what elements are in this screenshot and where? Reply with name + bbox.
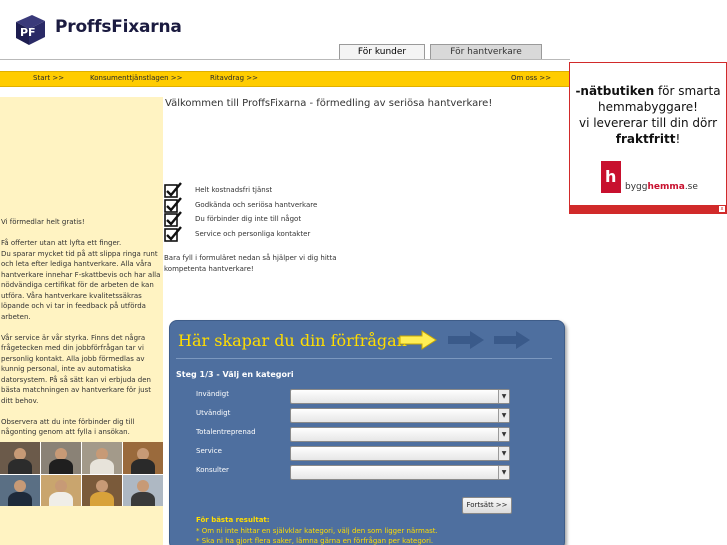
category-row-konsulter: Konsulter ▼ <box>170 465 566 481</box>
craftsman-photo <box>41 442 81 474</box>
craftsman-photo <box>82 474 122 506</box>
craftsman-photo <box>41 474 81 506</box>
craftsman-photo <box>123 474 163 506</box>
tip-text: * Om ni inte hittar en självklar kategor… <box>196 527 438 535</box>
feature-label: Godkända och seriösa hantverkare <box>195 201 318 209</box>
nav-link-start[interactable]: Start >> <box>33 74 64 82</box>
ad-line: hemmabyggare! <box>598 100 698 114</box>
dropdown-arrow-icon: ▼ <box>498 428 509 441</box>
category-row-invandigt: Invändigt ▼ <box>170 389 566 405</box>
checkbox-check-icon <box>164 226 182 242</box>
invandigt-select[interactable]: ▼ <box>290 389 510 404</box>
craftsman-photo <box>123 442 163 474</box>
step-arrows-icon <box>399 330 530 350</box>
tip-text: * Ska ni ha gjort flera saker, lämna gär… <box>196 537 434 545</box>
continue-button[interactable]: Fortsätt >> <box>462 497 512 514</box>
nav-link-konsumenttjanstlagen[interactable]: Konsumenttjänstlagen >> <box>90 74 183 82</box>
category-label: Utvändigt <box>196 409 231 417</box>
ad-brand-name: bygghemma.se <box>625 182 698 192</box>
nav-link-ritavdrag[interactable]: Ritavdrag >> <box>210 74 258 82</box>
sidebar-text: Få offerter utan att lyfta ett finger. D… <box>1 238 163 438</box>
dropdown-arrow-icon: ▼ <box>498 447 509 460</box>
sidebar-paragraph: Vår service är vår styrka. Finns det någ… <box>1 333 151 405</box>
bygghemma-ad-banner[interactable]: -nätbutiken för smarta hemmabyggare! vi … <box>569 62 727 214</box>
ad-close-icon[interactable]: x <box>719 206 725 212</box>
request-form-panel: Här skapar du din förfrågan Steg 1/3 - V… <box>169 320 565 545</box>
form-title: Här skapar du din förfrågan <box>178 331 407 350</box>
sidebar-paragraph: Få offerter utan att lyfta ett finger. <box>1 239 122 247</box>
sidebar-paragraph: Observera att du inte förbinder dig till… <box>1 417 135 437</box>
craftsman-photo <box>0 474 40 506</box>
dropdown-arrow-icon: ▼ <box>498 466 509 479</box>
tab-for-customers[interactable]: För kunder <box>339 44 425 60</box>
checkbox-check-icon <box>164 182 182 198</box>
category-label: Service <box>196 447 222 455</box>
feature-label: Service och personliga kontakter <box>195 230 311 238</box>
category-row-utvandigt: Utvändigt ▼ <box>170 408 566 424</box>
svg-text:PF: PF <box>20 26 36 39</box>
left-sidebar: Vi förmedlar helt gratis! Få offerter ut… <box>0 97 163 545</box>
checkbox-check-icon <box>164 211 182 227</box>
feature-label: Helt kostnadsfri tjänst <box>195 186 273 194</box>
sidebar-paragraph: Du sparar mycket tid på att slippa ringa… <box>1 249 161 321</box>
konsulter-select[interactable]: ▼ <box>290 465 510 480</box>
ad-emphasis: -nätbutiken <box>575 84 655 98</box>
welcome-heading: Välkommen till ProffsFixarna - förmedlin… <box>165 98 493 109</box>
category-row-service: Service ▼ <box>170 446 566 462</box>
form-divider <box>176 358 552 359</box>
feature-label: Du förbinder dig inte till något <box>195 215 302 223</box>
category-label: Konsulter <box>196 466 229 474</box>
tips-heading: För bästa resultat: <box>196 516 270 524</box>
dropdown-arrow-icon: ▼ <box>498 409 509 422</box>
craftsman-photo <box>82 442 122 474</box>
logo-text[interactable]: ProffsFixarna <box>55 17 182 37</box>
category-label: Totalentreprenad <box>196 428 256 436</box>
totalentreprenad-select[interactable]: ▼ <box>290 427 510 442</box>
ad-text: -nätbutiken för smarta hemmabyggare! vi … <box>570 83 726 147</box>
proffsfixarna-logo-icon[interactable]: PF <box>12 12 48 48</box>
ad-emphasis: fraktfritt <box>615 132 676 146</box>
tab-underline <box>0 59 570 60</box>
sidebar-heading: Vi förmedlar helt gratis! <box>1 218 85 226</box>
bygghemma-logo-letter: h <box>605 167 617 186</box>
ad-bottom-bar <box>570 205 726 213</box>
service-select[interactable]: ▼ <box>290 446 510 461</box>
dropdown-arrow-icon: ▼ <box>498 390 509 403</box>
utvandigt-select[interactable]: ▼ <box>290 408 510 423</box>
ad-line: vi levererar till din dörr <box>578 116 718 130</box>
intro-text: Bara fyll i formuläret nedan så hjälper … <box>164 254 337 273</box>
step-label: Steg 1/3 - Välj en kategori <box>176 370 294 379</box>
craftsman-photo <box>0 442 40 474</box>
category-row-totalentreprenad: Totalentreprenad ▼ <box>170 427 566 443</box>
main-nav-bar: Start >> Konsumenttjänstlagen >> Ritavdr… <box>0 71 570 87</box>
nav-link-om-oss[interactable]: Om oss >> <box>511 74 551 82</box>
category-label: Invändigt <box>196 390 229 398</box>
tab-for-contractors[interactable]: För hantverkare <box>430 44 542 60</box>
craftsmen-photo-collage <box>0 442 163 506</box>
